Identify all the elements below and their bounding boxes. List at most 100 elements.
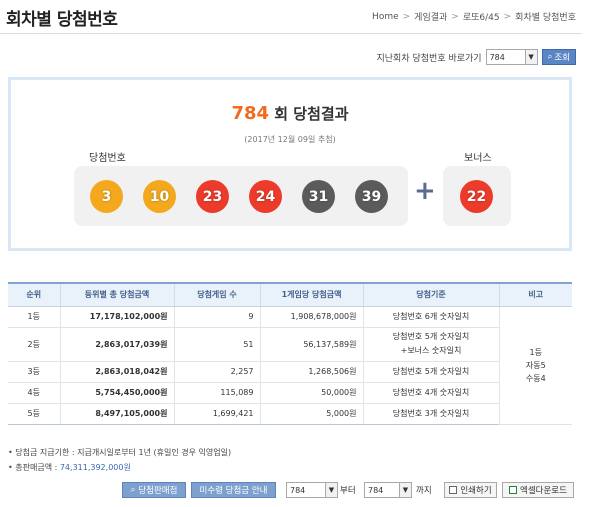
per-game-prize-cell: 1,908,678,000원 (259, 306, 363, 328)
column-header: 1게임당 당첨금액 (259, 282, 363, 307)
breadcrumb-results[interactable]: 게임결과 (414, 10, 447, 23)
winning-numbers-panel: 3 10 23 24 31 39 (74, 166, 408, 226)
search-icon: ⌕ (130, 485, 136, 495)
to-round-select[interactable]: 784 ▼ (364, 482, 412, 498)
print-icon (449, 486, 458, 494)
prev-round-search: 지난회차 당첨번호 바로가기 784 ▼ ⌕ 조회 (376, 49, 576, 65)
bottom-toolbar: ⌕ 당첨판매점 미수령 당첨금 안내 784 ▼ 부터 784 ▼ 까지 인쇄하… (0, 482, 600, 498)
breadcrumb-separator-icon: > (451, 11, 459, 22)
draw-result-panel: 784 회 당첨결과 (2017년 12월 09일 추첨) 당첨번호 보너스 3… (8, 77, 572, 251)
number-ball: 23 (196, 180, 229, 213)
unclaimed-prize-button[interactable]: 미수령 당첨금 안내 (191, 482, 276, 498)
table-row: 4등 5,754,450,000원 115,089 50,000원 당첨번호 4… (8, 382, 572, 404)
criteria-line: 당첨번호 5개 숫자일치 (392, 332, 470, 341)
column-header: 비고 (498, 282, 572, 307)
unclaimed-prize-label: 미수령 당첨금 안내 (199, 486, 268, 496)
per-game-prize-cell: 5,000원 (259, 403, 363, 425)
total-sales-label: • 총판매금액 : (8, 463, 60, 472)
number-ball: 24 (249, 180, 282, 213)
total-prize-cell: 5,754,450,000원 (59, 382, 174, 404)
bonus-ball: 22 (460, 180, 493, 213)
breadcrumb-lotto[interactable]: 로또6/45 (463, 10, 500, 23)
search-button[interactable]: ⌕ 조회 (541, 49, 576, 65)
column-header: 등위별 총 당첨금액 (59, 282, 174, 307)
breadcrumb-home[interactable]: Home (372, 12, 399, 22)
winner-count-cell: 1,699,421 (173, 403, 260, 425)
payout-deadline-note: • 당첨금 지급기한 : 지급개시일로부터 1년 (휴일인 경우 익영업일) (8, 448, 232, 457)
draw-date: (2017년 12월 09일 추첨) (244, 135, 336, 144)
winner-count-cell: 2,257 (173, 361, 260, 383)
table-row: 3등 2,863,018,042원 2,257 1,268,506원 당첨번호 … (8, 361, 572, 383)
prev-round-label: 지난회차 당첨번호 바로가기 (376, 53, 482, 64)
bonus-number-panel: 22 (443, 166, 511, 226)
rank-cell: 4등 (8, 382, 60, 404)
winning-numbers-label: 당첨번호 (89, 153, 126, 164)
rank-cell: 2등 (8, 327, 60, 362)
total-prize-cell: 2,863,018,042원 (59, 361, 174, 383)
search-icon: ⌕ (547, 52, 553, 62)
chevron-down-icon: ▼ (399, 483, 411, 497)
print-label: 인쇄하기 (460, 486, 492, 496)
criteria-line: +보너스 숫자일치 (400, 346, 462, 355)
table-header-row: 순위 등위별 총 당첨금액 당첨게임 수 1게임당 당첨금액 당첨기준 비고 (8, 282, 572, 307)
to-round-value: 784 (368, 485, 384, 495)
per-game-prize-cell: 50,000원 (259, 382, 363, 404)
total-sales-note: • 총판매금액 : 74,311,392,000원 (8, 462, 131, 473)
excel-download-label: 엑셀다운로드 (520, 486, 567, 496)
rank-cell: 1등 (8, 306, 60, 328)
draw-title-suffix: 회 당첨결과 (274, 105, 349, 123)
per-game-prize-cell: 56,137,589원 (259, 327, 363, 362)
rank-cell: 3등 (8, 361, 60, 383)
criteria-cell: 당첨번호 5개 숫자일치 (362, 361, 499, 383)
criteria-cell: 당첨번호 5개 숫자일치 +보너스 숫자일치 (362, 327, 499, 362)
table-row: 2등 2,863,017,039원 51 56,137,589원 당첨번호 5개… (8, 327, 572, 362)
total-prize-cell: 8,497,105,000원 (59, 403, 174, 425)
breadcrumb: Home > 게임결과 > 로또6/45 > 회차별 당첨번호 (372, 10, 576, 24)
table-row: 1등 17,178,102,000원 9 1,908,678,000원 당첨번호… (8, 306, 572, 425)
per-game-prize-cell: 1,268,506원 (259, 361, 363, 383)
number-ball: 39 (355, 180, 388, 213)
breadcrumb-separator-icon: > (402, 11, 411, 22)
remark-line: 1등 (529, 347, 542, 357)
winning-stores-label: 당첨판매점 (138, 486, 178, 496)
number-ball: 10 (143, 180, 176, 213)
plus-icon: + (414, 176, 436, 206)
total-prize-cell: 2,863,017,039원 (59, 327, 174, 362)
from-round-select[interactable]: 784 ▼ (286, 482, 338, 498)
winning-stores-button[interactable]: ⌕ 당첨판매점 (122, 482, 186, 498)
prize-table: 순위 등위별 총 당첨금액 당첨게임 수 1게임당 당첨금액 당첨기준 비고 1… (8, 282, 572, 425)
column-header: 순위 (8, 282, 60, 307)
column-header: 당첨게임 수 (173, 282, 260, 307)
title-divider (0, 33, 582, 34)
remark-cell: 1등 자동5 수동4 (498, 306, 572, 425)
breadcrumb-separator-icon: > (503, 11, 512, 22)
excel-icon (509, 486, 518, 494)
draw-title: 784 회 당첨결과 (11, 103, 569, 124)
number-ball: 31 (302, 180, 335, 213)
remark-line: 수동4 (525, 373, 546, 383)
from-round-value: 784 (290, 485, 306, 495)
bonus-label: 보너스 (464, 153, 492, 164)
round-select[interactable]: 784 ▼ (485, 49, 538, 65)
chevron-down-icon: ▼ (524, 50, 537, 64)
chevron-down-icon: ▼ (325, 483, 337, 497)
criteria-cell: 당첨번호 6개 숫자일치 (362, 306, 499, 328)
search-button-label: 조회 (554, 53, 570, 63)
draw-round: 784 (231, 103, 270, 124)
criteria-cell: 당첨번호 4개 숫자일치 (362, 382, 499, 404)
total-prize-cell: 17,178,102,000원 (59, 306, 174, 328)
criteria-cell: 당첨번호 3개 숫자일치 (362, 403, 499, 425)
breadcrumb-current[interactable]: 회차별 당첨번호 (515, 10, 576, 23)
from-label: 부터 (340, 486, 356, 496)
round-select-value: 784 (489, 52, 505, 62)
winner-count-cell: 115,089 (173, 382, 260, 404)
number-ball: 3 (90, 180, 123, 213)
column-header: 당첨기준 (362, 282, 499, 307)
page-title: 회차별 당첨번호 (6, 10, 118, 30)
excel-download-button[interactable]: 엑셀다운로드 (502, 482, 574, 498)
winner-count-cell: 9 (173, 306, 260, 328)
total-sales-value: 74,311,392,000원 (59, 463, 131, 472)
rank-cell: 5등 (8, 403, 60, 425)
table-row: 5등 8,497,105,000원 1,699,421 5,000원 당첨번호 … (8, 403, 572, 425)
print-button[interactable]: 인쇄하기 (444, 482, 497, 498)
